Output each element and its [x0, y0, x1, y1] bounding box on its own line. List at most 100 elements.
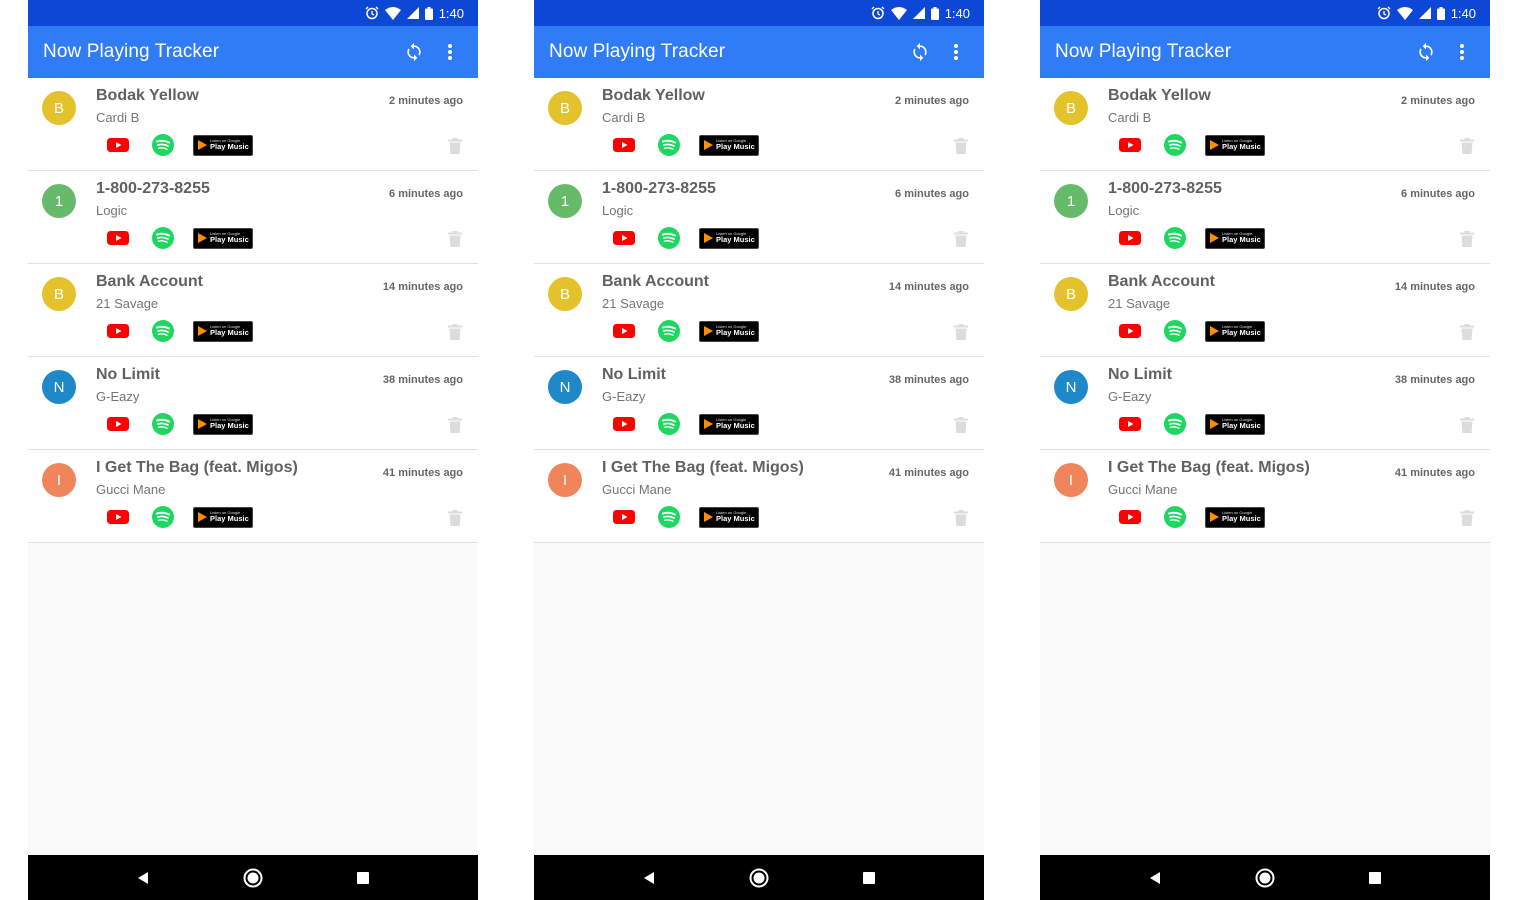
song-list: B Bodak Yellow Cardi B 2 minutes ago Lis…	[28, 78, 478, 543]
list-item[interactable]: I I Get The Bag (feat. Migos) Gucci Mane…	[534, 450, 984, 543]
list-item[interactable]: I I Get The Bag (feat. Migos) Gucci Mane…	[1040, 450, 1490, 543]
spotify-icon[interactable]	[152, 227, 174, 249]
youtube-icon[interactable]	[613, 510, 635, 524]
spotify-icon[interactable]	[658, 227, 680, 249]
badge-big-text: Play Music	[716, 421, 755, 431]
service-links: Listen on Google Play Music	[1119, 413, 1265, 435]
youtube-icon[interactable]	[1119, 231, 1141, 245]
trash-icon[interactable]	[1460, 417, 1474, 433]
trash-icon[interactable]	[448, 231, 462, 247]
google-play-music-badge[interactable]: Listen on Google Play Music	[1205, 134, 1265, 156]
spotify-icon[interactable]	[1164, 413, 1186, 435]
spotify-icon[interactable]	[152, 413, 174, 435]
recents-icon[interactable]	[348, 863, 378, 893]
spotify-icon[interactable]	[1164, 320, 1186, 342]
spotify-icon[interactable]	[658, 320, 680, 342]
more-vert-icon[interactable]	[1444, 34, 1480, 70]
list-item[interactable]: B Bodak Yellow Cardi B 2 minutes ago Lis…	[28, 78, 478, 171]
song-title: I Get The Bag (feat. Migos)	[1108, 459, 1310, 476]
google-play-music-badge[interactable]: Listen on Google Play Music	[1205, 506, 1265, 528]
status-bar: 1:40	[534, 0, 984, 26]
google-play-music-badge[interactable]: Listen on Google Play Music	[193, 413, 253, 435]
list-item[interactable]: I I Get The Bag (feat. Migos) Gucci Mane…	[28, 450, 478, 543]
more-vert-icon[interactable]	[938, 34, 974, 70]
trash-icon[interactable]	[1460, 324, 1474, 340]
youtube-icon[interactable]	[1119, 138, 1141, 152]
trash-icon[interactable]	[954, 138, 968, 154]
list-item[interactable]: B Bodak Yellow Cardi B 2 minutes ago Lis…	[534, 78, 984, 171]
trash-icon[interactable]	[954, 417, 968, 433]
google-play-music-badge[interactable]: Listen on Google Play Music	[699, 320, 759, 342]
recents-icon[interactable]	[854, 863, 884, 893]
youtube-icon[interactable]	[613, 138, 635, 152]
google-play-music-badge[interactable]: Listen on Google Play Music	[193, 506, 253, 528]
list-item[interactable]: N No Limit G-Eazy 38 minutes ago Listen …	[28, 357, 478, 450]
trash-icon[interactable]	[1460, 138, 1474, 154]
google-play-music-badge[interactable]: Listen on Google Play Music	[699, 506, 759, 528]
youtube-icon[interactable]	[1119, 417, 1141, 431]
youtube-icon[interactable]	[613, 324, 635, 338]
youtube-icon[interactable]	[107, 231, 129, 245]
trash-icon[interactable]	[448, 324, 462, 340]
youtube-icon[interactable]	[107, 417, 129, 431]
youtube-icon[interactable]	[613, 231, 635, 245]
play-icon	[1210, 512, 1219, 522]
home-icon[interactable]	[238, 863, 268, 893]
back-icon[interactable]	[634, 863, 664, 893]
youtube-icon[interactable]	[1119, 324, 1141, 338]
refresh-icon[interactable]	[1408, 34, 1444, 70]
google-play-music-badge[interactable]: Listen on Google Play Music	[1205, 413, 1265, 435]
list-item[interactable]: B Bank Account 21 Savage 14 minutes ago …	[1040, 264, 1490, 357]
spotify-icon[interactable]	[152, 506, 174, 528]
badge-big-text: Play Music	[210, 514, 249, 524]
google-play-music-badge[interactable]: Listen on Google Play Music	[193, 227, 253, 249]
spotify-icon[interactable]	[1164, 227, 1186, 249]
google-play-music-badge[interactable]: Listen on Google Play Music	[1205, 227, 1265, 249]
spotify-icon[interactable]	[658, 506, 680, 528]
refresh-icon[interactable]	[902, 34, 938, 70]
google-play-music-badge[interactable]: Listen on Google Play Music	[1205, 320, 1265, 342]
more-vert-icon[interactable]	[432, 34, 468, 70]
trash-icon[interactable]	[954, 231, 968, 247]
back-icon[interactable]	[1140, 863, 1170, 893]
spotify-icon[interactable]	[658, 413, 680, 435]
trash-icon[interactable]	[448, 138, 462, 154]
list-item[interactable]: 1 1-800-273-8255 Logic 6 minutes ago Lis…	[28, 171, 478, 264]
google-play-music-badge[interactable]: Listen on Google Play Music	[193, 320, 253, 342]
google-play-music-badge[interactable]: Listen on Google Play Music	[699, 413, 759, 435]
google-play-music-badge[interactable]: Listen on Google Play Music	[699, 134, 759, 156]
played-time: 6 minutes ago	[1401, 188, 1475, 200]
home-icon[interactable]	[1250, 863, 1280, 893]
youtube-icon[interactable]	[613, 417, 635, 431]
spotify-icon[interactable]	[1164, 134, 1186, 156]
trash-icon[interactable]	[448, 417, 462, 433]
list-item[interactable]: B Bank Account 21 Savage 14 minutes ago …	[534, 264, 984, 357]
back-icon[interactable]	[128, 863, 158, 893]
trash-icon[interactable]	[954, 510, 968, 526]
list-item[interactable]: N No Limit G-Eazy 38 minutes ago Listen …	[1040, 357, 1490, 450]
refresh-icon[interactable]	[396, 34, 432, 70]
list-item[interactable]: N No Limit G-Eazy 38 minutes ago Listen …	[534, 357, 984, 450]
trash-icon[interactable]	[954, 324, 968, 340]
list-item[interactable]: B Bodak Yellow Cardi B 2 minutes ago Lis…	[1040, 78, 1490, 171]
spotify-icon[interactable]	[152, 134, 174, 156]
recents-icon[interactable]	[1360, 863, 1390, 893]
trash-icon[interactable]	[1460, 231, 1474, 247]
trash-icon[interactable]	[1460, 510, 1474, 526]
trash-icon[interactable]	[448, 510, 462, 526]
youtube-icon[interactable]	[107, 138, 129, 152]
spotify-icon[interactable]	[658, 134, 680, 156]
list-item[interactable]: B Bank Account 21 Savage 14 minutes ago …	[28, 264, 478, 357]
google-play-music-badge[interactable]: Listen on Google Play Music	[193, 134, 253, 156]
list-item[interactable]: 1 1-800-273-8255 Logic 6 minutes ago Lis…	[1040, 171, 1490, 264]
list-item[interactable]: 1 1-800-273-8255 Logic 6 minutes ago Lis…	[534, 171, 984, 264]
spotify-icon[interactable]	[1164, 506, 1186, 528]
google-play-music-badge[interactable]: Listen on Google Play Music	[699, 227, 759, 249]
youtube-icon[interactable]	[107, 324, 129, 338]
home-icon[interactable]	[744, 863, 774, 893]
youtube-icon[interactable]	[107, 510, 129, 524]
played-time: 2 minutes ago	[895, 95, 969, 107]
spotify-icon[interactable]	[152, 320, 174, 342]
youtube-icon[interactable]	[1119, 510, 1141, 524]
battery-icon	[1436, 6, 1445, 20]
